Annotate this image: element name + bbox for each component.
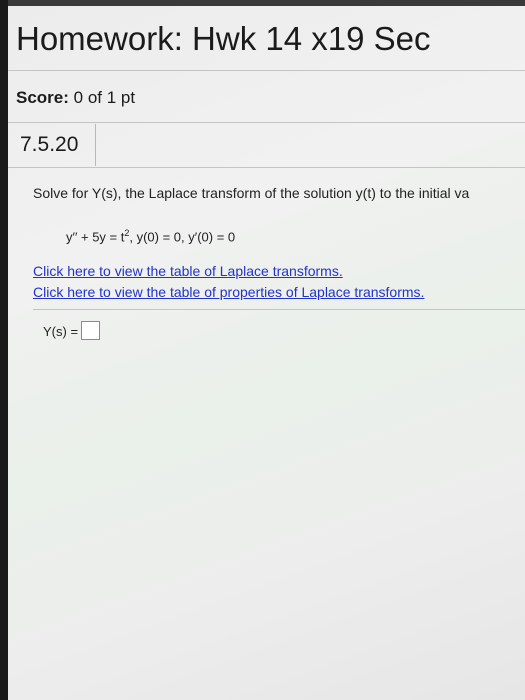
question-equation: y′′ + 5y = t2, y(0) = 0, y′(0) = 0 [66,228,235,244]
equation-suffix: , y(0) = 0, y′(0) = 0 [129,229,236,245]
answer-row: Y(s) = [43,321,101,340]
divider [8,122,525,123]
divider [8,167,525,168]
divider [33,309,525,310]
score-display: Score: 0 of 1 pt [16,88,135,108]
score-label: Score: [16,88,69,107]
question-prompt: Solve for Y(s), the Laplace transform of… [33,185,470,201]
laplace-properties-link[interactable]: Click here to view the table of properti… [33,284,424,300]
score-value: 0 of 1 pt [73,88,136,107]
top-bar [8,0,525,6]
homework-screen: Homework: Hwk 14 x19 Sec Score: 0 of 1 p… [8,0,525,700]
laplace-table-link[interactable]: Click here to view the table of Laplace … [33,263,343,279]
equation-prefix: y′′ + 5y = t [66,229,125,245]
answer-input[interactable] [81,321,101,340]
page-title: Homework: Hwk 14 x19 Sec [16,20,431,57]
divider [8,70,525,71]
answer-label: Y(s) = [43,324,79,339]
question-number: 7.5.20 [10,124,96,166]
